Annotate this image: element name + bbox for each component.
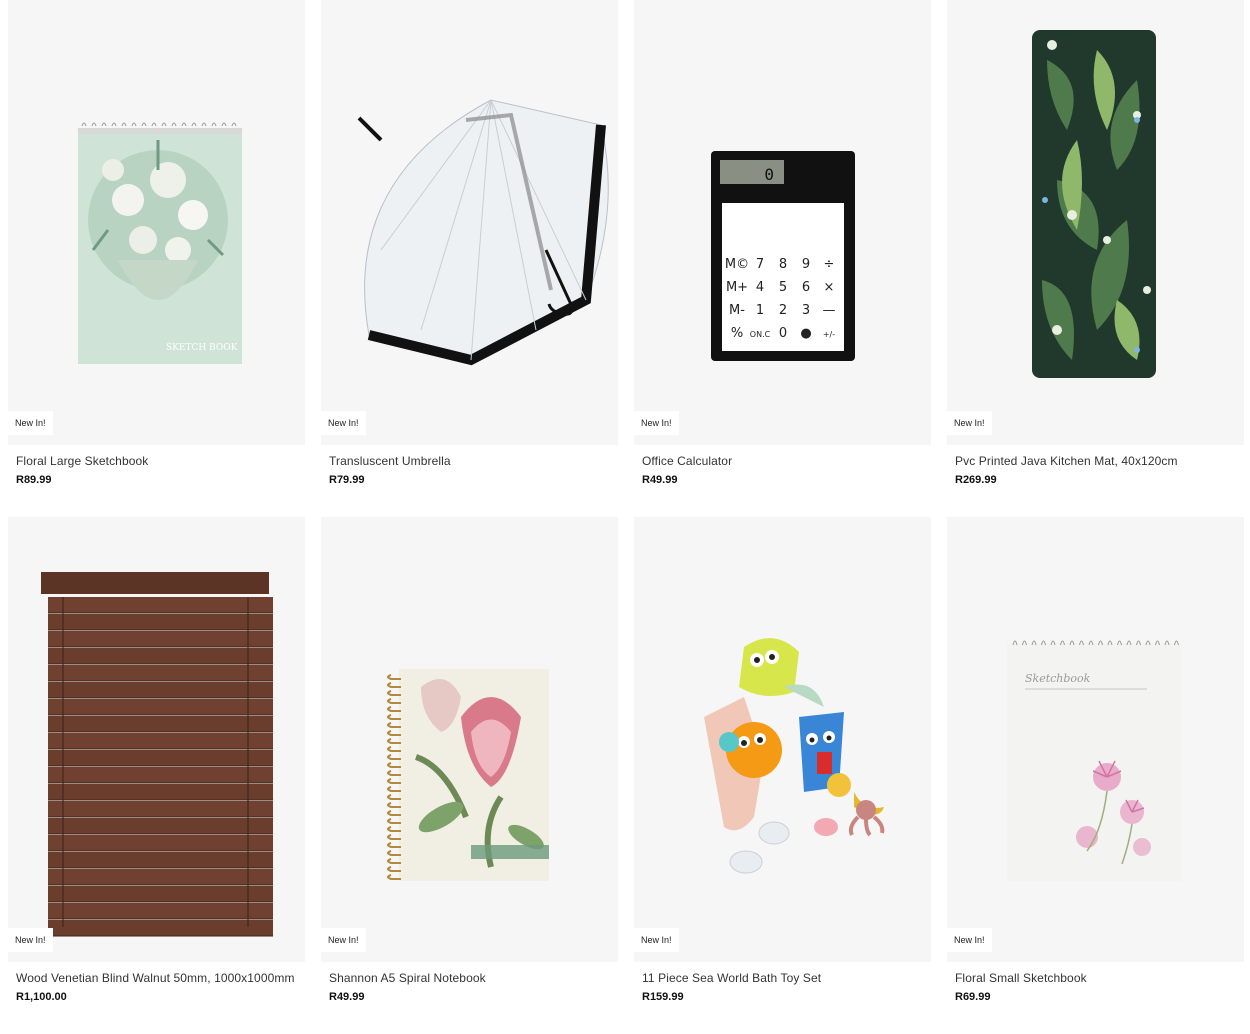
product-name[interactable]: Pvc Printed Java Kitchen Mat, 40x120cm [955,454,1178,468]
product-price: R89.99 [16,474,52,486]
product-image[interactable] [634,517,931,962]
svg-text:SKETCH BOOK: SKETCH BOOK [166,343,238,353]
product-price: R269.99 [955,474,997,486]
product-image[interactable]: 0 M© 7 8 9 ÷ M+ 4 5 6 × M- 1 2 3 —% ON.C 0 ● +/- [634,0,931,445]
calculator-key: 0 [779,326,787,341]
product-price: R69.99 [955,991,991,1003]
svg-text:0: 0 [764,165,774,184]
blind-slat [48,631,273,647]
blind-slat [48,801,273,817]
calculator-key: ● [800,326,811,341]
blind-slat [48,699,273,715]
calculator-key: 4 [756,280,764,295]
calculator-key: 7 [756,257,764,272]
product-price: R79.99 [329,474,365,486]
blind-slat [48,716,273,732]
product-card[interactable]: Sketchbook New In! Floral Small Sketchbo… [947,517,1244,1034]
product-image[interactable]: SKETCH BOOK [8,0,305,445]
calculator-key: M+ [726,280,748,295]
new-in-badge: New In! [947,928,992,952]
calculator-key: 5 [779,280,787,295]
product-name[interactable]: 11 Piece Sea World Bath Toy Set [642,971,821,985]
product-price: R159.99 [642,991,684,1003]
kitchen-mat-image [1032,30,1156,378]
blind-slat [48,665,273,681]
new-in-badge: New In! [947,411,992,435]
product-name[interactable]: Office Calculator [642,454,732,468]
blind-slat [48,614,273,630]
sketchbook-large-image: SKETCH BOOK [78,122,242,364]
venetian-blind-image [41,572,273,937]
product-image[interactable]: Sketchbook [947,517,1244,962]
product-name[interactable]: Floral Large Sketchbook [16,454,148,468]
product-price: R49.99 [642,474,678,486]
svg-text:Sketchbook: Sketchbook [1025,672,1091,685]
calculator-key: ON.C [750,330,771,339]
calculator-key: × [824,280,835,295]
product-card[interactable]: New In! Shannon A5 Spiral Notebook R49.9… [321,517,618,1034]
product-image[interactable] [321,517,618,962]
product-card[interactable]: New In! 11 Piece Sea World Bath Toy Set … [634,517,931,1034]
new-in-badge: New In! [321,411,366,435]
product-name[interactable]: Shannon A5 Spiral Notebook [329,971,486,985]
product-card[interactable]: SKETCH BOOK New In! Floral Large Sketchb… [8,0,305,517]
calculator-key: 2 [779,303,787,318]
new-in-badge: New In! [634,411,679,435]
blind-slat [48,767,273,783]
product-grid: SKETCH BOOK New In! Floral Large Sketchb… [8,0,1244,1034]
calculator-image: 0 M© 7 8 9 ÷ M+ 4 5 6 × M- 1 2 3 —% ON.C 0 ● +/- [711,151,855,361]
blind-slat [48,869,273,885]
product-price: R49.99 [329,991,365,1003]
product-card[interactable]: 0 M© 7 8 9 ÷ M+ 4 5 6 × M- 1 2 3 —% ON.C 0 ● +/- New In! O… [634,0,931,517]
product-card[interactable]: New In! Pvc Printed Java Kitchen Mat, 40… [947,0,1244,517]
bath-toy-image [704,638,885,874]
calculator-key: 8 [779,257,787,272]
blind-slat [48,597,273,613]
blind-slat [48,886,273,902]
blind-slat [48,784,273,800]
product-image[interactable] [8,517,305,962]
product-name[interactable]: Transluscent Umbrella [329,454,451,468]
sketchbook-small-image: Sketchbook [1007,640,1181,881]
product-image[interactable] [947,0,1244,445]
calculator-key: — [823,303,836,318]
blind-slat [48,733,273,749]
calculator-key: +/- [823,330,835,339]
new-in-badge: New In! [8,411,53,435]
calculator-key: 6 [802,280,810,295]
blind-slat [48,903,273,919]
umbrella-image [357,99,609,366]
calculator-key: 9 [802,257,810,272]
blind-slat [48,852,273,868]
blind-slat [48,648,273,664]
spiral-notebook-image [387,669,549,881]
product-image[interactable] [321,0,618,445]
calculator-key: M© [725,257,749,272]
calculator-key: 3 [802,303,810,318]
blind-slat [48,920,273,936]
product-card[interactable]: New In! Wood Venetian Blind Walnut 50mm,… [8,517,305,1034]
product-price: R1,100.00 [16,991,67,1003]
blind-slat [48,818,273,834]
product-name[interactable]: Wood Venetian Blind Walnut 50mm, 1000x10… [16,971,295,985]
product-name[interactable]: Floral Small Sketchbook [955,971,1087,985]
new-in-badge: New In! [321,928,366,952]
calculator-key: ÷ [824,257,835,272]
blind-slat [48,682,273,698]
blind-slat [48,835,273,851]
new-in-badge: New In! [8,928,53,952]
product-card[interactable]: New In! Transluscent Umbrella R79.99 [321,0,618,517]
new-in-badge: New In! [634,928,679,952]
calculator-key: % [731,326,743,341]
blind-slat [48,750,273,766]
calculator-key: M- [729,303,745,318]
calculator-key: 1 [756,303,764,318]
